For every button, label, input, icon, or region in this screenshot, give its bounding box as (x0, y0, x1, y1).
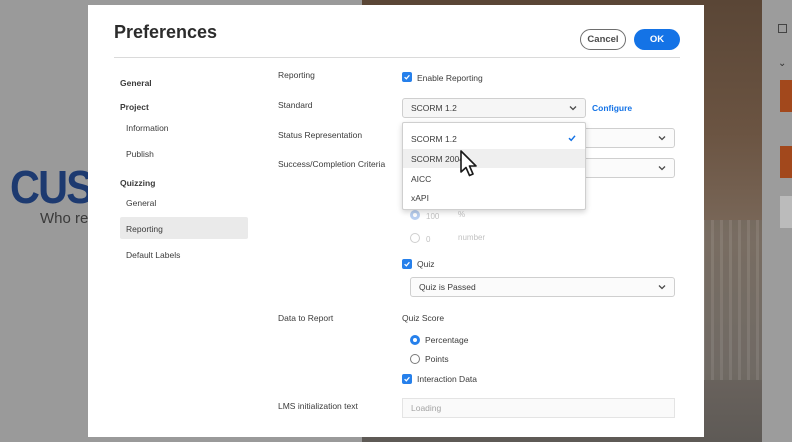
nav-item-general[interactable]: General (120, 78, 152, 88)
standard-dropdown-list: SCORM 1.2 SCORM 2004 AICC xAPI (402, 122, 586, 210)
mouse-pointer-icon (460, 150, 477, 177)
background-right-panel: ⌄ (762, 0, 792, 442)
option-label: xAPI (411, 192, 429, 203)
nav-item-information[interactable]: Information (126, 123, 169, 133)
number-value: 0 (426, 235, 431, 244)
enable-reporting-checkbox[interactable] (402, 72, 412, 82)
option-label: SCORM 1.2 (411, 133, 457, 144)
percent-unit: % (458, 210, 466, 219)
checkmark-icon (404, 376, 410, 382)
slide-thumbnail (780, 146, 792, 178)
checkmark-icon (404, 74, 410, 80)
standard-select[interactable]: SCORM 1.2 (402, 98, 586, 118)
quiz-criteria-select[interactable]: Quiz is Passed (410, 277, 675, 297)
percentage-radio[interactable] (410, 335, 420, 345)
chevron-down-icon (569, 106, 577, 111)
standard-label: Standard (278, 100, 313, 110)
percent-value: 100 (426, 212, 440, 221)
nav-item-project[interactable]: Project (120, 102, 149, 112)
dropdown-option-aicc[interactable]: AICC (403, 169, 585, 188)
preferences-dialog: Preferences Cancel OK General Project In… (88, 5, 704, 437)
dropdown-option-xapi[interactable]: xAPI (403, 188, 585, 207)
ok-button[interactable]: OK (634, 29, 680, 50)
data-to-report-label: Data to Report (278, 313, 334, 323)
chevron-down-icon (658, 166, 666, 171)
status-representation-label: Status Representation (278, 130, 363, 140)
quiz-label: Quiz (417, 259, 435, 269)
number-unit: number (458, 233, 486, 242)
nav-item-quizzing[interactable]: Quizzing (120, 178, 155, 188)
lms-init-label: LMS initialization text (278, 401, 358, 411)
dropdown-option-scorm2004[interactable]: SCORM 2004 (403, 149, 585, 168)
chevron-down-icon (658, 285, 666, 290)
percent-radio[interactable] (410, 210, 420, 220)
slide-thumbnail (780, 80, 792, 112)
standard-select-value: SCORM 1.2 (411, 103, 457, 113)
interaction-data-checkbox[interactable] (402, 374, 412, 384)
checkbox-icon (778, 24, 787, 33)
slide-thumbnail (780, 196, 792, 228)
nav-item-quiz-general[interactable]: General (126, 198, 156, 208)
enable-reporting-label: Enable Reporting (417, 73, 483, 83)
configure-link[interactable]: Configure (592, 103, 632, 113)
cancel-button[interactable]: Cancel (580, 29, 626, 50)
quiz-score-label: Quiz Score (402, 313, 445, 323)
number-radio[interactable] (410, 233, 420, 243)
chevron-down-icon (658, 136, 666, 141)
quiz-criteria-value: Quiz is Passed (419, 282, 476, 292)
background-tagline: Who re (40, 210, 89, 227)
lms-init-input[interactable]: Loading (402, 398, 675, 418)
checkmark-icon (404, 261, 410, 267)
success-criteria-label: Success/Completion Criteria (278, 159, 386, 169)
nav-item-reporting[interactable]: Reporting (126, 224, 163, 234)
nav-item-publish[interactable]: Publish (126, 149, 154, 159)
option-label: SCORM 2004 (411, 153, 464, 164)
interaction-data-label: Interaction Data (417, 374, 478, 384)
checkmark-icon (568, 135, 576, 142)
dialog-title: Preferences (114, 22, 218, 42)
points-radio[interactable] (410, 354, 420, 364)
nav-item-default-labels[interactable]: Default Labels (126, 250, 180, 260)
quiz-checkbox[interactable] (402, 259, 412, 269)
reporting-label: Reporting (278, 70, 315, 80)
dropdown-option-scorm12[interactable]: SCORM 1.2 (403, 129, 585, 148)
title-divider (114, 57, 680, 58)
chevron-down-icon: ⌄ (778, 58, 787, 69)
option-label: AICC (411, 173, 432, 184)
percentage-label: Percentage (425, 335, 469, 345)
points-label: Points (425, 354, 449, 364)
